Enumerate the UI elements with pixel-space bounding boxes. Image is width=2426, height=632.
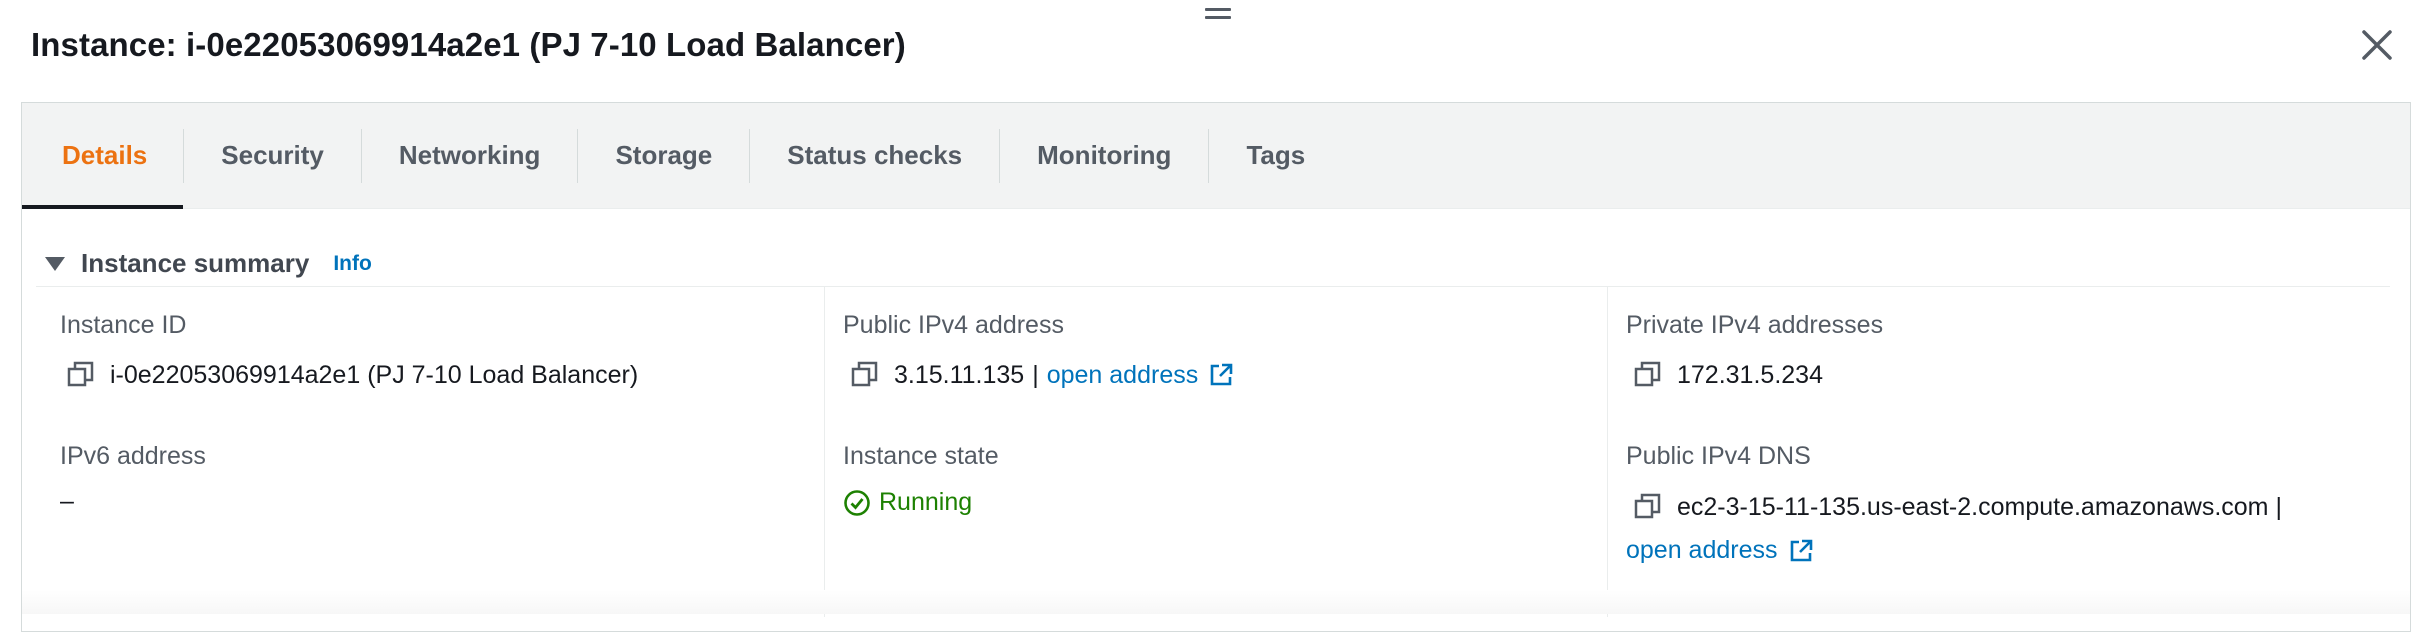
tab-bar: Details Security Networking Storage Stat… — [22, 103, 2410, 209]
public-ipv4-text: 3.15.11.135 — [894, 360, 1025, 389]
copy-icon[interactable] — [1633, 492, 1663, 522]
instance-id-label: Instance ID — [60, 311, 187, 339]
instance-state-text: Running — [879, 488, 973, 516]
private-ipv4-text: 172.31.5.234 — [1677, 360, 1823, 389]
copy-icon[interactable] — [850, 360, 880, 390]
public-dns-link-row: open address — [1626, 536, 1814, 565]
public-dns-label: Public IPv4 DNS — [1626, 442, 1811, 470]
open-address-text[interactable]: open address — [1626, 536, 1778, 565]
open-address-text[interactable]: open address — [1047, 361, 1199, 390]
column-divider — [1607, 287, 1608, 617]
status-success-icon — [844, 489, 870, 516]
public-dns-text: ec2-3-15-11-135.us-east-2.compute.amazon… — [1677, 492, 2282, 521]
public-ipv4-value: 3.15.11.135 | open address — [850, 360, 1234, 390]
instance-id-value: i-0e22053069914a2e1 (PJ 7-10 Load Balanc… — [66, 360, 638, 390]
private-ipv4-value: 172.31.5.234 — [1633, 360, 1823, 390]
tab-security[interactable]: Security — [184, 103, 361, 208]
drag-handle-icon[interactable] — [1205, 8, 1231, 22]
close-icon[interactable] — [2358, 26, 2396, 64]
public-dns-value: ec2-3-15-11-135.us-east-2.compute.amazon… — [1633, 492, 2282, 522]
tab-status-checks[interactable]: Status checks — [750, 103, 999, 208]
bottom-fade — [22, 590, 2410, 614]
external-link-icon[interactable] — [1788, 538, 1814, 564]
column-divider — [824, 287, 825, 617]
external-link-icon[interactable] — [1208, 362, 1234, 388]
tab-networking[interactable]: Networking — [362, 103, 578, 208]
tab-details[interactable]: Details — [22, 103, 184, 209]
copy-icon[interactable] — [1633, 360, 1663, 390]
info-link[interactable]: Info — [333, 252, 371, 276]
instance-state-value: Running — [843, 488, 972, 517]
tab-tags[interactable]: Tags — [1209, 103, 1342, 208]
caret-down-icon[interactable] — [45, 256, 65, 271]
instance-summary-title[interactable]: Instance summary — [81, 248, 309, 279]
public-ipv4-label: Public IPv4 address — [843, 311, 1064, 339]
instance-summary-header: Instance summary Info — [45, 248, 372, 279]
instance-id-text: i-0e22053069914a2e1 (PJ 7-10 Load Balanc… — [110, 360, 639, 389]
instance-state-label: Instance state — [843, 442, 999, 470]
tab-monitoring[interactable]: Monitoring — [1000, 103, 1208, 208]
tab-storage[interactable]: Storage — [578, 103, 749, 208]
ipv6-label: IPv6 address — [60, 442, 206, 470]
ipv6-value: – — [60, 487, 74, 515]
separator: | — [1032, 360, 1039, 389]
summary-divider — [36, 286, 2390, 287]
open-address-link[interactable]: open address — [1626, 536, 1814, 565]
open-address-link[interactable]: open address — [1047, 361, 1235, 390]
page-title: Instance: i-0e22053069914a2e1 (PJ 7-10 L… — [31, 26, 906, 63]
private-ipv4-label: Private IPv4 addresses — [1626, 311, 1884, 339]
copy-icon[interactable] — [66, 360, 96, 390]
